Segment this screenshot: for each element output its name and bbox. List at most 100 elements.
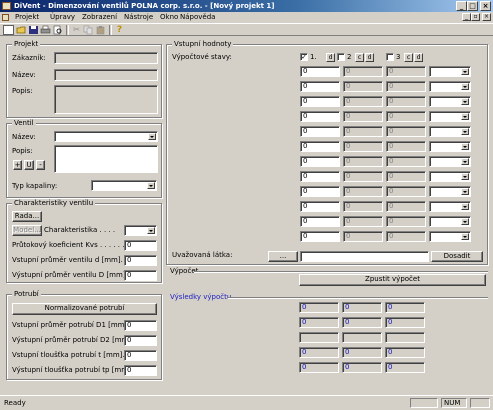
- menu-zobrazeni[interactable]: Zobrazení: [82, 13, 117, 22]
- input-cell[interactable]: 0: [386, 156, 426, 167]
- unit-combo[interactable]: [429, 96, 471, 107]
- charakteristika-combo[interactable]: [124, 225, 157, 236]
- mdi-restore-button[interactable]: ▫: [471, 13, 480, 21]
- state1-d-button[interactable]: d: [326, 53, 335, 62]
- input-cell[interactable]: 0: [300, 201, 340, 212]
- input-cell[interactable]: 0: [300, 96, 340, 107]
- input-cell[interactable]: 0: [343, 141, 383, 152]
- input-cell[interactable]: 0: [300, 186, 340, 197]
- save-icon[interactable]: [28, 25, 39, 35]
- maximize-button[interactable]: □: [467, 1, 478, 11]
- unit-combo[interactable]: [429, 156, 471, 167]
- input-cell[interactable]: 0: [386, 141, 426, 152]
- chevron-down-icon[interactable]: [461, 173, 469, 180]
- state3-d-button[interactable]: d: [414, 53, 423, 62]
- input-cell[interactable]: 0: [343, 201, 383, 212]
- input-cell[interactable]: 0: [300, 111, 340, 122]
- open-folder-icon[interactable]: [16, 25, 27, 35]
- chevron-down-icon[interactable]: [148, 133, 156, 140]
- potrubi-row-field[interactable]: 0: [124, 350, 157, 361]
- input-cell[interactable]: 0: [300, 231, 340, 242]
- chevron-down-icon[interactable]: [461, 128, 469, 135]
- close-button[interactable]: ×: [480, 1, 491, 11]
- typ-kapaliny-combo[interactable]: [91, 180, 157, 191]
- input-cell[interactable]: 0: [343, 171, 383, 182]
- print-icon[interactable]: [40, 25, 51, 35]
- input-cell[interactable]: 0: [300, 141, 340, 152]
- rada-button[interactable]: Řada...: [12, 211, 42, 222]
- mdi-minimize-button[interactable]: _: [462, 13, 471, 21]
- state2-c-button[interactable]: c: [355, 53, 364, 62]
- zpustit-vypocet-button[interactable]: Zpustit výpočet: [299, 274, 486, 286]
- chevron-down-icon[interactable]: [461, 83, 469, 90]
- chevron-down-icon[interactable]: [147, 182, 155, 189]
- input-cell[interactable]: 0: [386, 96, 426, 107]
- input-cell[interactable]: 0: [386, 126, 426, 137]
- potrubi-row-field[interactable]: 0: [124, 365, 157, 376]
- input-cell[interactable]: 0: [343, 156, 383, 167]
- unit-combo[interactable]: [429, 201, 471, 212]
- input-cell[interactable]: 0: [343, 231, 383, 242]
- model-button[interactable]: Model...: [12, 225, 42, 236]
- input-cell[interactable]: 0: [300, 156, 340, 167]
- input-cell[interactable]: 0: [386, 216, 426, 227]
- input-cell[interactable]: 0: [386, 81, 426, 92]
- unit-combo[interactable]: [429, 81, 471, 92]
- chevron-down-icon[interactable]: [461, 218, 469, 225]
- input-cell[interactable]: 0: [300, 126, 340, 137]
- input-cell[interactable]: 0: [386, 231, 426, 242]
- input-cell[interactable]: 0: [343, 81, 383, 92]
- unit-combo[interactable]: [429, 216, 471, 227]
- latka-browse-button[interactable]: ...: [268, 251, 298, 262]
- input-cell[interactable]: 0: [300, 216, 340, 227]
- copy-icon[interactable]: [83, 25, 94, 35]
- menu-nastroje[interactable]: Nástroje: [124, 13, 153, 22]
- help-icon[interactable]: ?: [114, 25, 125, 35]
- input-cell[interactable]: 0: [300, 171, 340, 182]
- cut-icon[interactable]: ✂: [71, 25, 82, 35]
- input-cell[interactable]: 0: [343, 96, 383, 107]
- menu-projekt[interactable]: Projekt: [15, 13, 39, 22]
- unit-combo[interactable]: [429, 171, 471, 182]
- unit-combo[interactable]: [429, 66, 471, 77]
- input-cell[interactable]: 0: [386, 201, 426, 212]
- chevron-down-icon[interactable]: [461, 188, 469, 195]
- zakaznik-field[interactable]: [54, 52, 158, 64]
- menu-upravy[interactable]: Úpravy: [50, 13, 75, 22]
- input-cell[interactable]: 0: [386, 186, 426, 197]
- unit-combo[interactable]: [429, 126, 471, 137]
- state1-checkbox[interactable]: ✓: [300, 53, 308, 61]
- chevron-down-icon[interactable]: [461, 233, 469, 240]
- vstupni-prumer-ventilu-field[interactable]: 0: [124, 255, 157, 266]
- ventil-edit-button[interactable]: U: [24, 160, 34, 170]
- ventil-popis-field[interactable]: [54, 145, 158, 173]
- chevron-down-icon[interactable]: [461, 143, 469, 150]
- input-cell[interactable]: 0: [343, 126, 383, 137]
- input-cell[interactable]: 0: [343, 66, 383, 77]
- dosadit-button[interactable]: Dosadit: [431, 251, 483, 262]
- state2-checkbox[interactable]: [337, 53, 345, 61]
- potrubi-row-field[interactable]: 0: [124, 320, 157, 331]
- ventil-nazev-combo[interactable]: [54, 131, 158, 142]
- input-cell[interactable]: 0: [300, 66, 340, 77]
- chevron-down-icon[interactable]: [461, 113, 469, 120]
- menu-napoveda[interactable]: Nápověda: [180, 13, 215, 22]
- input-cell[interactable]: 0: [386, 111, 426, 122]
- state2-d-button[interactable]: d: [365, 53, 374, 62]
- ventil-add-button[interactable]: +: [13, 160, 22, 170]
- input-cell[interactable]: 0: [343, 216, 383, 227]
- paste-icon[interactable]: [95, 25, 106, 35]
- input-cell[interactable]: 0: [386, 171, 426, 182]
- chevron-down-icon[interactable]: [461, 203, 469, 210]
- unit-combo[interactable]: [429, 231, 471, 242]
- chevron-down-icon[interactable]: [147, 227, 155, 234]
- minimize-button[interactable]: _: [456, 1, 467, 11]
- new-document-icon[interactable]: [3, 25, 14, 35]
- input-cell[interactable]: 0: [343, 186, 383, 197]
- potrubi-row-field[interactable]: 0: [124, 335, 157, 346]
- latka-field[interactable]: [300, 251, 429, 262]
- normalizovane-potrubi-button[interactable]: Normalizované potrubí: [12, 303, 157, 315]
- input-cell[interactable]: 0: [343, 111, 383, 122]
- projekt-nazev-field[interactable]: [54, 69, 158, 81]
- chevron-down-icon[interactable]: [461, 68, 469, 75]
